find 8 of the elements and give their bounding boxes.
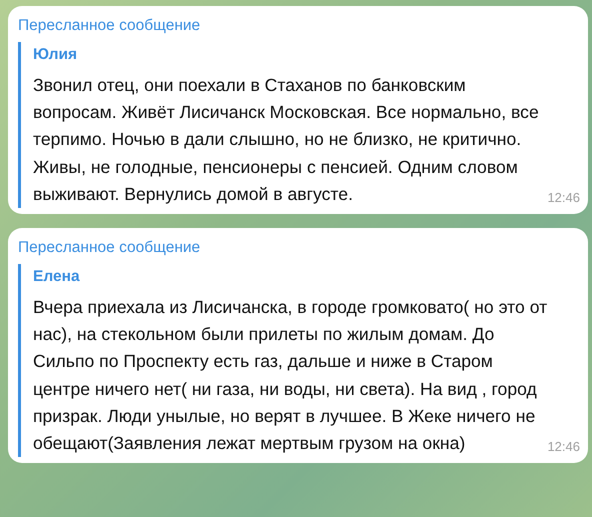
message-text: Звонил отец, они поехали в Стаханов по банковским вопросам. Живёт Лисичанск Московская. Все нормально, все терпимо. Ночью в дали слышно, но не близко, не критично. Живы, не голодные, пенсионеры с пенсией. Одним словом выживают. Вернулись домой в августе.: [33, 74, 540, 206]
forwarded-label: Пересланное сообщение: [18, 16, 202, 36]
sender-name[interactable]: Елена: [33, 266, 578, 288]
sender-name[interactable]: Юлия: [33, 44, 578, 66]
message-time: 12:46: [547, 439, 580, 456]
message-time: 12:46: [547, 190, 580, 206]
message-text: Вчера приехала из Лисичанска, в городе громковато( но это от нас), на стекольном были прилеты по жилым домам. До Сильпо по Проспекту есть газ, дальше и ниже в Старом центре ничего нет( ни газа, ни воды, ни света). На вид , город призрак. Люди унылые, но верят в лучшее. В Жеке ничего не обещают(Заявления лежат мертвым грузом на окна): [33, 296, 548, 456]
forwarded-label: Пересланное сообщение: [18, 238, 202, 258]
